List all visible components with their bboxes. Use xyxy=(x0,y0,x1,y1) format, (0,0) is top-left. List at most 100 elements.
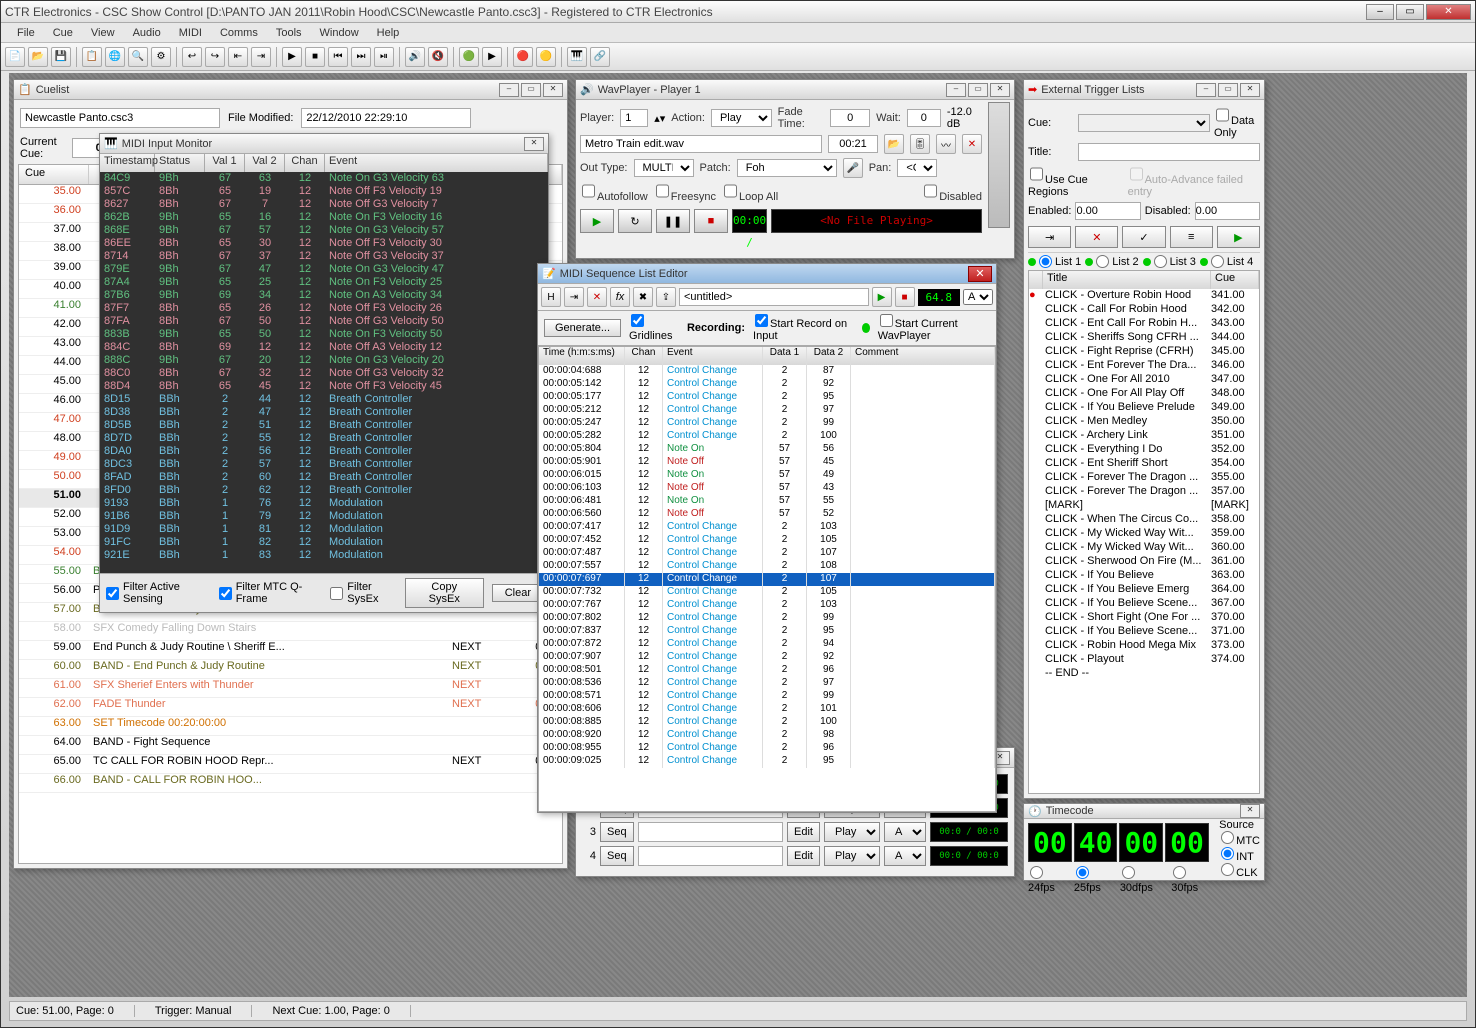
seq-tb5[interactable]: ✖ xyxy=(633,287,653,307)
cue-row[interactable]: 66.00BAND - CALL FOR ROBIN HOO... xyxy=(19,774,562,793)
filter-mtc[interactable]: Filter MTC Q-Frame xyxy=(217,581,321,605)
action-select[interactable]: Play xyxy=(711,109,772,127)
edit-button[interactable]: Edit xyxy=(787,846,820,866)
midi-row[interactable]: 88C08Bh673212Note Off G3 Velocity 32 xyxy=(100,367,548,380)
seq-grid[interactable]: Time (h:m:s:ms)ChanEventData 1Data 2Comm… xyxy=(538,346,996,812)
midi-row[interactable]: 87148Bh673712Note Off G3 Velocity 37 xyxy=(100,250,548,263)
trigger-row[interactable]: CLICK - Ent Call For Robin H...343.00 xyxy=(1029,317,1259,331)
et-cue-select[interactable] xyxy=(1078,114,1210,132)
play-select[interactable]: Play xyxy=(824,846,880,866)
toolbar-btn-2[interactable]: 💾 xyxy=(51,47,71,67)
seq-tb6[interactable]: ⇪ xyxy=(656,287,676,307)
midi-row[interactable]: 857C8Bh651912Note Off F3 Velocity 19 xyxy=(100,185,548,198)
wav-file[interactable] xyxy=(580,135,822,153)
filter-sysex[interactable]: Filter SysEx xyxy=(328,581,397,605)
cuelist-max[interactable]: ▭ xyxy=(521,83,541,97)
trigger-row[interactable]: CLICK - Fight Reprise (CFRH)345.00 xyxy=(1029,345,1259,359)
et-btn3[interactable]: ✓ xyxy=(1122,226,1165,248)
toolbar-btn-10[interactable]: ↪ xyxy=(205,47,225,67)
seq-tb2[interactable]: ⇥ xyxy=(564,287,584,307)
trigger-row[interactable]: CLICK - My Wicked Way Wit...360.00 xyxy=(1029,541,1259,555)
seq-row[interactable]: 00:00:07:90712Control Change292 xyxy=(539,651,995,664)
seq-row[interactable]: 00:00:08:88512Control Change2100 xyxy=(539,716,995,729)
seq-row[interactable]: 00:00:08:92012Control Change298 xyxy=(539,729,995,742)
seq-row[interactable]: 00:00:07:55712Control Change2108 xyxy=(539,560,995,573)
seq-row[interactable]: 00:00:07:83712Control Change295 xyxy=(539,625,995,638)
trigger-row[interactable]: CLICK - If You Believe Emerg364.00 xyxy=(1029,583,1259,597)
maximize-button[interactable]: ▭ xyxy=(1396,4,1424,20)
seq-row[interactable]: 00:00:07:45212Control Change2105 xyxy=(539,534,995,547)
toolbar-btn-14[interactable]: ▶ xyxy=(282,47,302,67)
patch-select[interactable]: Foh xyxy=(737,159,837,177)
copy-sysex-button[interactable]: Copy SysEx xyxy=(405,578,484,608)
tc-close[interactable]: ✕ xyxy=(1240,804,1260,818)
toolbar-btn-26[interactable]: 🔴 xyxy=(513,47,533,67)
cue-row[interactable]: 63.00SET Timecode 00:20:00:00 xyxy=(19,717,562,736)
midi-row[interactable]: 9193BBh17612Modulation xyxy=(100,497,548,510)
seq-row[interactable]: 00:00:07:41712Control Change2103 xyxy=(539,521,995,534)
src-radio[interactable]: CLK xyxy=(1219,863,1260,879)
midi-row[interactable]: 91FCBBh18212Modulation xyxy=(100,536,548,549)
a-select[interactable]: A xyxy=(884,846,926,866)
cue-row[interactable]: 61.00SFX Sherief Enters with ThunderNEXT… xyxy=(19,679,562,698)
out-select[interactable]: MULTI xyxy=(634,159,694,177)
cue-row[interactable]: 65.00TC CALL FOR ROBIN HOOD Repr...NEXT0… xyxy=(19,755,562,774)
midi-row[interactable]: 8FD0BBh26212Breath Controller xyxy=(100,484,548,497)
midi-row[interactable]: 8D15BBh24412Breath Controller xyxy=(100,393,548,406)
midi-row[interactable]: 879E9Bh674712Note On G3 Velocity 47 xyxy=(100,263,548,276)
toolbar-btn-30[interactable]: 🔗 xyxy=(590,47,610,67)
fade-input[interactable] xyxy=(830,109,870,127)
fps-radio[interactable]: 24fps xyxy=(1028,866,1068,894)
midi-row[interactable]: 84C99Bh676312Note On G3 Velocity 63 xyxy=(100,172,548,185)
seq-row[interactable]: 00:00:08:57112Control Change299 xyxy=(539,690,995,703)
trigger-row[interactable]: CLICK - If You Believe Prelude349.00 xyxy=(1029,401,1259,415)
midi-row[interactable]: 87F78Bh652612Note Off F3 Velocity 26 xyxy=(100,302,548,315)
et-btn5[interactable]: ▶ xyxy=(1217,226,1260,248)
midi-row[interactable]: 87B69Bh693412Note On A3 Velocity 34 xyxy=(100,289,548,302)
midi-row[interactable]: 91D9BBh18112Modulation xyxy=(100,523,548,536)
minimize-button[interactable]: – xyxy=(1366,4,1394,20)
seq-row[interactable]: 00:00:08:60612Control Change2101 xyxy=(539,703,995,716)
midi-row[interactable]: 8FADBBh26012Breath Controller xyxy=(100,471,548,484)
wave-icon[interactable]: 〰 xyxy=(936,134,956,154)
seq-row[interactable]: 00:00:08:95512Control Change296 xyxy=(539,742,995,755)
seq-input[interactable] xyxy=(638,846,783,866)
et-btn4[interactable]: ≡ xyxy=(1170,226,1213,248)
et-close[interactable]: ✕ xyxy=(1240,83,1260,97)
toolbar-btn-15[interactable]: ■ xyxy=(305,47,325,67)
trigger-row[interactable]: CLICK - Sherwood On Fire (M...361.00 xyxy=(1029,555,1259,569)
volume-slider[interactable] xyxy=(988,102,1010,228)
cue-row[interactable]: 64.00BAND - Fight Sequence xyxy=(19,736,562,755)
cue-row[interactable]: 62.00FADE ThunderNEXT0.1s xyxy=(19,698,562,717)
autofollow-check[interactable]: Autofollow xyxy=(580,182,648,203)
trigger-row[interactable]: CLICK - Sheriffs Song CFRH ...344.00 xyxy=(1029,331,1259,345)
seq-a[interactable]: A xyxy=(963,289,993,305)
trigger-row[interactable]: CLICK - My Wicked Way Wit...359.00 xyxy=(1029,527,1259,541)
toolbar-btn-17[interactable]: ⏭ xyxy=(351,47,371,67)
trigger-row[interactable]: -- END -- xyxy=(1029,667,1259,681)
trigger-row[interactable]: CLICK - Overture Robin Hood341.00 xyxy=(1029,289,1259,303)
seq-row[interactable]: 00:00:07:80212Control Change299 xyxy=(539,612,995,625)
seq-row[interactable]: 00:00:07:87212Control Change294 xyxy=(539,638,995,651)
midi-row[interactable]: 8D5BBBh25112Breath Controller xyxy=(100,419,548,432)
seq-row[interactable]: 00:00:05:17712Control Change295 xyxy=(539,391,995,404)
midi-row[interactable]: 91B6BBh17912Modulation xyxy=(100,510,548,523)
et-btn2[interactable]: ✕ xyxy=(1075,226,1118,248)
seq-row[interactable]: 00:00:07:73212Control Change2105 xyxy=(539,586,995,599)
seq-close[interactable]: ✕ xyxy=(968,266,992,282)
menu-comms[interactable]: Comms xyxy=(212,25,266,41)
toolbar-btn-4[interactable]: 📋 xyxy=(82,47,102,67)
toolbar-btn-0[interactable]: 📄 xyxy=(5,47,25,67)
trigger-row[interactable]: CLICK - Ent Sheriff Short354.00 xyxy=(1029,457,1259,471)
cue-row[interactable]: 60.00BAND - End Punch & Judy RoutineNEXT… xyxy=(19,660,562,679)
et-grid[interactable]: TitleCue CLICK - Overture Robin Hood341.… xyxy=(1028,270,1260,794)
list-radio-4[interactable]: List 4 xyxy=(1200,255,1253,268)
trigger-row[interactable]: CLICK - If You Believe Scene...367.00 xyxy=(1029,597,1259,611)
generate-button[interactable]: Generate... xyxy=(544,319,621,337)
open-file-icon[interactable]: 📂 xyxy=(884,134,904,154)
midi-row[interactable]: 884C8Bh691212Note Off A3 Velocity 12 xyxy=(100,341,548,354)
mic-icon[interactable]: 🎤 xyxy=(843,158,863,178)
seq-row[interactable]: 00:00:05:24712Control Change299 xyxy=(539,417,995,430)
seq-row[interactable]: 00:00:05:80412Note On5756 xyxy=(539,443,995,456)
menu-window[interactable]: Window xyxy=(312,25,367,41)
